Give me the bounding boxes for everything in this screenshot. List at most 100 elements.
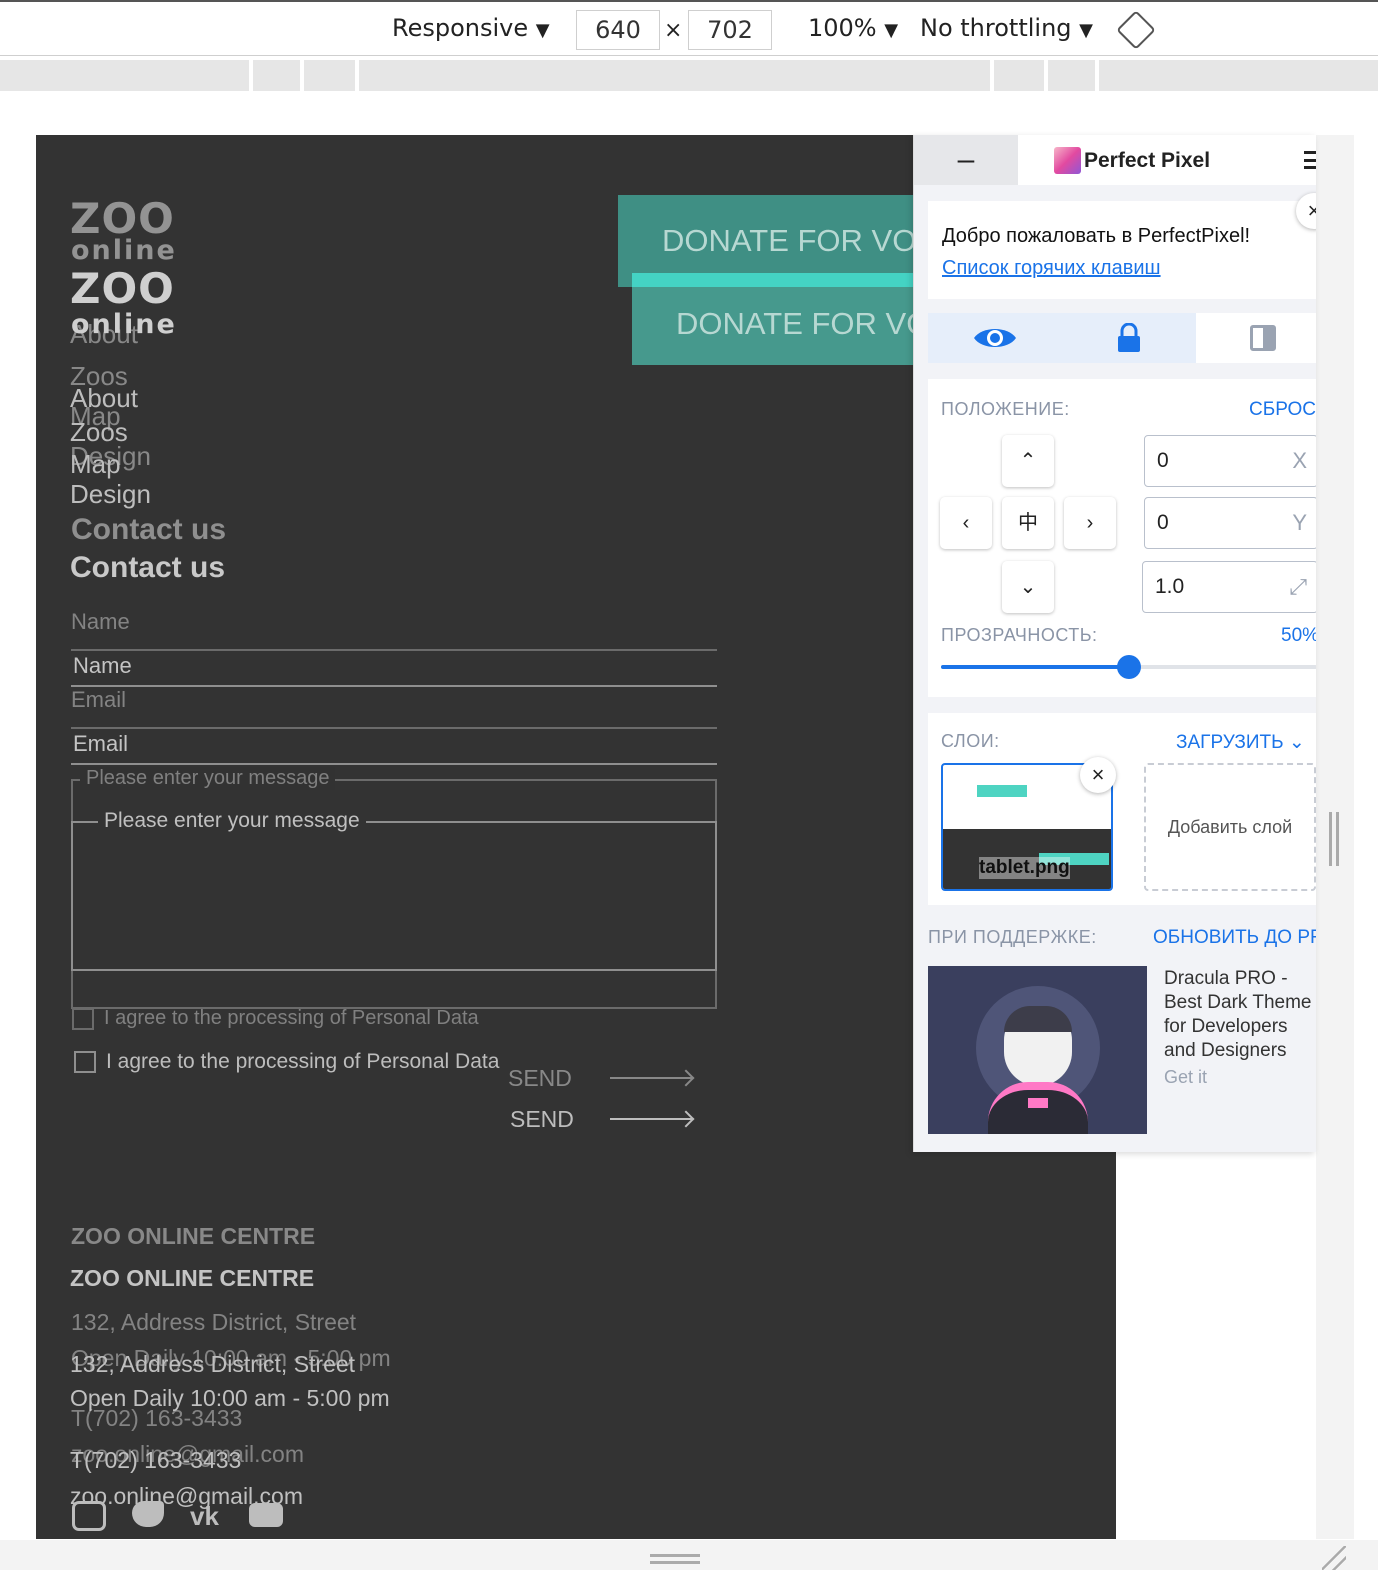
- y-value: 0: [1157, 511, 1169, 534]
- ad-get-it-link[interactable]: Get it: [1164, 1067, 1207, 1088]
- position-card: ПОЛОЖЕНИЕ: СБРОС ⌃ ‹ 中 › ⌄ 0X 0Y 1.0 ⤢ ПР…: [928, 379, 1316, 697]
- contact-heading-overlay: Contact us: [71, 513, 227, 546]
- logo-zoo[interactable]: ZOO: [70, 268, 175, 310]
- name-input[interactable]: Name: [73, 653, 132, 679]
- difference-tab[interactable]: [1196, 313, 1316, 363]
- youtube-icon[interactable]: [249, 1503, 283, 1527]
- name-underline: [71, 685, 717, 687]
- pp-title: Perfect Pixel: [1084, 149, 1211, 172]
- lock-tab[interactable]: [1062, 313, 1196, 363]
- agree-checkbox-overlay: [72, 1008, 94, 1030]
- media-query-bar[interactable]: [0, 60, 1378, 91]
- throttling-select[interactable]: No throttling ▼: [920, 14, 1093, 42]
- agree-label-overlay: I agree to the processing of Personal Da…: [104, 1007, 479, 1029]
- agree-label: I agree to the processing of Personal Da…: [106, 1050, 500, 1073]
- y-input[interactable]: 0Y: [1144, 497, 1316, 549]
- minimize-button[interactable]: –: [914, 135, 1018, 185]
- hotkeys-link[interactable]: Список горячих клавиш: [942, 257, 1161, 280]
- position-label: ПОЛОЖЕНИЕ:: [941, 399, 1070, 419]
- logo-zoo-overlay: ZOO: [70, 194, 175, 243]
- upgrade-link[interactable]: ОБНОВИТЬ ДО PRO: [1153, 927, 1316, 949]
- width-input[interactable]: 640: [576, 10, 660, 50]
- menu-icon[interactable]: [1304, 151, 1316, 169]
- footer-phone: T(702) 163-3433: [70, 1447, 242, 1473]
- ruler-divider: [355, 60, 359, 91]
- instagram-icon[interactable]: [72, 1501, 106, 1531]
- nav-map[interactable]: Map: [70, 449, 121, 479]
- vampire-cape-icon: [988, 1082, 1088, 1134]
- ad-text[interactable]: Dracula PRO - Best Dark Theme for Develo…: [1164, 967, 1316, 1063]
- remove-layer-icon[interactable]: ×: [1080, 757, 1116, 793]
- dracula-ad-image[interactable]: [928, 966, 1147, 1134]
- devtools-window: Responsive ▼ 640 × 702 100% ▼ No throttl…: [0, 0, 1378, 1570]
- move-up-button[interactable]: ⌃: [1002, 435, 1054, 487]
- send-button[interactable]: SEND: [510, 1106, 574, 1133]
- email-input[interactable]: Email: [73, 731, 128, 757]
- footer-address: 132, Address District, Street: [70, 1351, 356, 1377]
- perfect-pixel-logo-icon: [1054, 147, 1081, 174]
- zoom-select[interactable]: 100% ▼: [808, 14, 898, 42]
- move-down-button[interactable]: ⌄: [1002, 561, 1054, 613]
- agree-checkbox[interactable]: [74, 1051, 96, 1073]
- footer-title: ZOO ONLINE CENTRE: [70, 1265, 315, 1291]
- email-underline-overlay: [71, 727, 717, 729]
- x-input[interactable]: 0X: [1144, 435, 1316, 487]
- bowtie-icon: [1028, 1098, 1048, 1108]
- nav-about[interactable]: About: [70, 383, 138, 413]
- logo-online[interactable]: online: [71, 311, 177, 339]
- toggle-visibility-tab[interactable]: [928, 313, 1062, 363]
- sponsor-label: ПРИ ПОДДЕРЖКЕ:: [928, 927, 1097, 947]
- height-input[interactable]: 702: [688, 10, 772, 50]
- send-label-overlay: SEND: [508, 1065, 572, 1091]
- eye-icon: [974, 329, 1016, 347]
- logo-online-overlay: online: [71, 235, 177, 266]
- opacity-slider-fill: [941, 665, 1129, 669]
- footer-hours: Open Daily 10:00 am - 5:00 pm: [70, 1385, 390, 1411]
- welcome-card: Добро пожаловать в PerfectPixel! Список …: [928, 201, 1316, 299]
- nav-zoos[interactable]: Zoos: [70, 417, 128, 447]
- opacity-slider-handle[interactable]: [1117, 655, 1141, 679]
- welcome-text: Добро пожаловать в PerfectPixel!: [942, 225, 1251, 247]
- scale-value: 1.0: [1155, 575, 1185, 598]
- ruler-divider: [990, 60, 994, 91]
- contact-heading: Contact us: [70, 551, 226, 584]
- arrow-right-icon: [610, 1077, 692, 1079]
- twitter-icon[interactable]: [132, 1501, 164, 1527]
- ruler-divider: [1044, 60, 1048, 91]
- message-textarea[interactable]: [71, 821, 717, 971]
- email-label-overlay: Email: [71, 687, 127, 712]
- upload-button[interactable]: ЗАГРУЗИТЬ ⌄: [1176, 731, 1305, 754]
- device-mode-select[interactable]: Responsive ▼: [392, 14, 550, 42]
- resize-icon: ⤢: [1289, 574, 1307, 599]
- arrow-right-icon: [610, 1118, 692, 1120]
- layers-label: СЛОИ:: [941, 731, 1000, 751]
- layer-name: tablet.png: [979, 857, 1070, 879]
- reset-button[interactable]: СБРОС: [1249, 399, 1316, 421]
- scale-input[interactable]: 1.0 ⤢: [1142, 561, 1316, 613]
- chevron-down-icon: ⌄: [1288, 732, 1305, 753]
- message-legend: Please enter your message: [98, 809, 366, 833]
- resize-handle-corner[interactable]: [1322, 1546, 1346, 1570]
- rotate-icon[interactable]: [1116, 10, 1156, 50]
- center-button[interactable]: 中: [1002, 497, 1054, 549]
- footer-title-overlay: ZOO ONLINE CENTRE: [71, 1223, 316, 1249]
- add-layer-button[interactable]: Добавить слой: [1144, 763, 1316, 891]
- email-underline: [71, 763, 717, 765]
- name-underline-overlay: [71, 649, 717, 651]
- perfect-pixel-panel: – Perfect Pixel Добро пожаловать в Perfe…: [913, 135, 1316, 1152]
- move-right-button[interactable]: ›: [1064, 497, 1116, 549]
- ruler-divider: [1095, 60, 1099, 91]
- resize-handle-bottom[interactable]: [650, 1554, 700, 1564]
- thumb-button-preview: [977, 785, 1027, 797]
- lock-icon: [1118, 323, 1140, 352]
- name-label-overlay: Name: [71, 609, 130, 634]
- y-suffix: Y: [1292, 510, 1307, 535]
- resize-handle-right[interactable]: [1329, 812, 1339, 866]
- chevron-down-icon: ▼: [884, 20, 899, 41]
- nav-design[interactable]: Design: [70, 479, 151, 509]
- message-legend-overlay: Please enter your message: [80, 767, 336, 790]
- vk-icon[interactable]: vk: [190, 1501, 219, 1532]
- layers-card: СЛОИ: ЗАГРУЗИТЬ ⌄ tablet.png × Добавить …: [928, 713, 1316, 905]
- chevron-down-icon: ▼: [1079, 20, 1093, 41]
- move-left-button[interactable]: ‹: [940, 497, 992, 549]
